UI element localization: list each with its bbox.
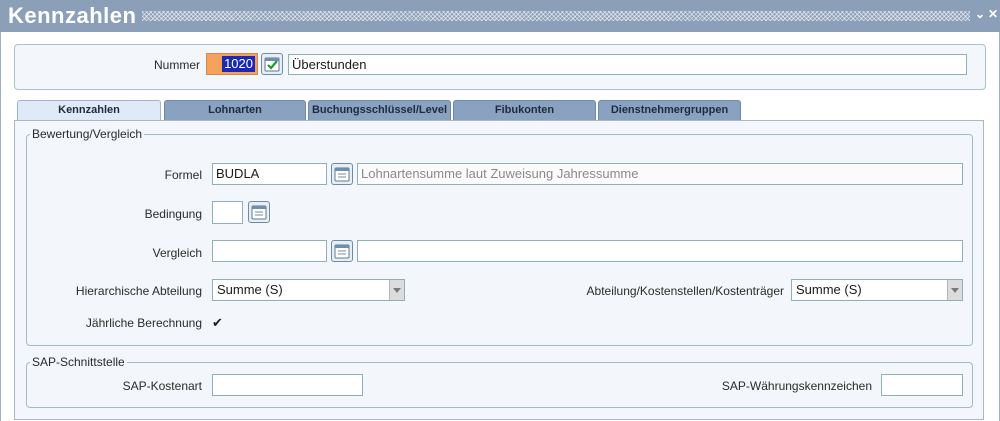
nummer-field[interactable]: 1020 xyxy=(206,53,258,75)
bedingung-field[interactable] xyxy=(212,201,243,224)
vergleich-description-field[interactable] xyxy=(357,240,963,262)
formel-description-field: Lohnartensumme laut Zuweisung Jahressumm… xyxy=(357,163,963,185)
tab-dienstnehmergruppen[interactable]: Dienstnehmergruppen xyxy=(598,100,741,120)
abteilung-kostenstellen-select[interactable]: Summe (S) xyxy=(791,279,963,301)
sap-kostenart-field[interactable] xyxy=(212,374,363,396)
hierarchische-abteilung-value: Summe (S) xyxy=(217,282,283,297)
nummer-label: Nummer xyxy=(153,58,200,72)
bedingung-lookup-button[interactable] xyxy=(248,201,270,223)
abteilung-kostenstellen-label: Abteilung/Kostenstellen/Kostenträger xyxy=(586,284,784,298)
jaehrliche-berechnung-label: Jährliche Berechnung xyxy=(85,316,202,330)
hierarchische-abteilung-select[interactable]: Summe (S) xyxy=(212,279,405,301)
sap-legend: SAP-Schnittstelle xyxy=(30,355,127,369)
chevron-down-icon[interactable] xyxy=(389,280,404,300)
window-titlebar[interactable]: Kennzahlen ⌄ ✕ xyxy=(0,0,1000,32)
abteilung-kostenstellen-value: Summe (S) xyxy=(796,282,862,297)
sap-kostenart-label: SAP-Kostenart xyxy=(122,379,202,393)
calendar-list-icon xyxy=(334,167,350,182)
formel-label: Formel xyxy=(164,168,202,182)
sap-waehrung-field[interactable] xyxy=(881,374,963,396)
titlebar-drag-area[interactable] xyxy=(142,11,970,21)
description-field[interactable]: Überstunden xyxy=(288,54,967,75)
vergleich-lookup-button[interactable] xyxy=(331,240,353,262)
check-icon xyxy=(264,57,280,72)
bewertung-legend: Bewertung/Vergleich xyxy=(30,127,145,141)
tab-kennzahlen[interactable]: Kennzahlen xyxy=(17,100,161,121)
chevron-down-icon[interactable] xyxy=(947,280,962,300)
tab-lohnarten[interactable]: Lohnarten xyxy=(164,100,306,120)
vergleich-label: Vergleich xyxy=(152,246,202,260)
confirm-button[interactable] xyxy=(261,53,283,75)
close-icon[interactable]: ✕ xyxy=(987,7,999,21)
vergleich-field[interactable] xyxy=(212,240,327,262)
calendar-list-icon xyxy=(251,205,267,220)
jaehrliche-berechnung-checkbox[interactable]: ✔ xyxy=(212,315,223,331)
nummer-value: 1020 xyxy=(222,56,255,72)
minimize-icon[interactable]: ⌄ xyxy=(974,7,986,21)
hierarchische-abteilung-label: Hierarchische Abteilung xyxy=(75,284,202,298)
bedingung-label: Bedingung xyxy=(144,207,202,221)
formel-lookup-button[interactable] xyxy=(331,163,353,185)
formel-field[interactable]: BUDLA xyxy=(212,163,327,185)
window-title: Kennzahlen xyxy=(8,3,137,28)
sap-waehrung-label: SAP-Währungskennzeichen xyxy=(721,379,872,393)
calendar-list-icon xyxy=(334,244,350,259)
tab-buchungsschluessel[interactable]: Buchungsschlüssel/Level xyxy=(308,100,451,120)
tab-fibukonten[interactable]: Fibukonten xyxy=(453,100,596,120)
